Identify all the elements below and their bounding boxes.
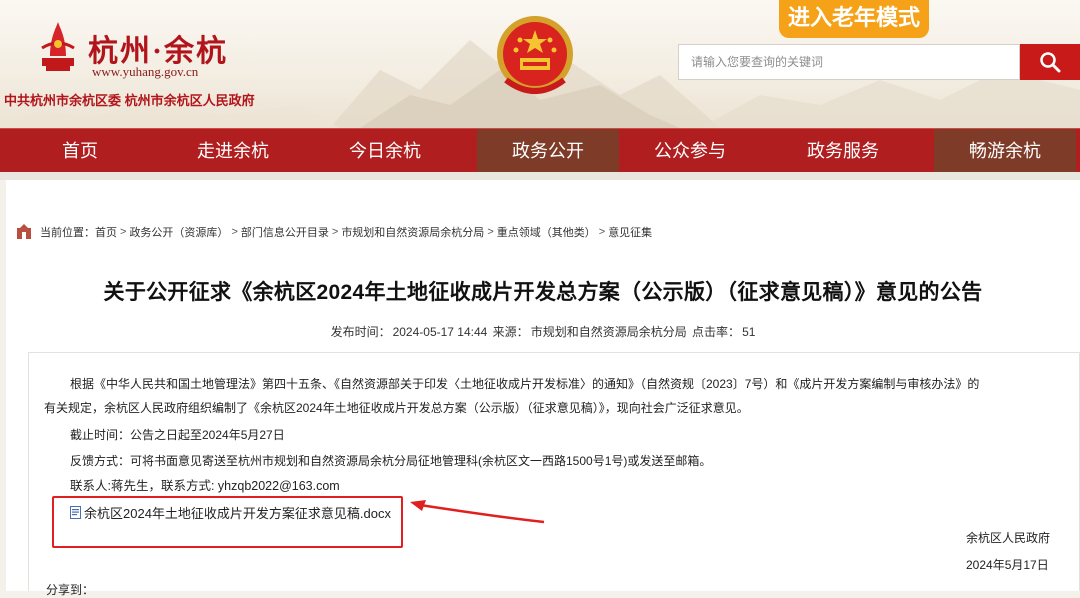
breadcrumb-item-dept[interactable]: 部门信息公开目录 <box>241 224 329 240</box>
site-header: 杭州·余杭 www.yuhang.gov.cn 中共杭州市余杭区委 杭州市余杭区… <box>0 0 1080 128</box>
breadcrumb-separator: > <box>331 226 339 238</box>
breadcrumb-prefix: 当前位置： <box>40 227 95 239</box>
article-title: 关于公开征求《余杭区2024年土地征收成片开发总方案（公示版）（征求意见稿）》意… <box>103 281 983 304</box>
source-label: 来源： <box>492 325 529 339</box>
elder-mode-button[interactable]: 进入老年模式 <box>779 0 929 38</box>
yuhang-logo-icon <box>41 22 75 71</box>
nav-item-about[interactable]: 走进余杭 <box>163 129 303 173</box>
article-container: 当前位置： 首页 > 政务公开（资源库） > 部门信息公开目录 > 市规划和自然… <box>6 180 1080 597</box>
location-icon <box>17 224 31 239</box>
source-value: 市规划和自然资源局余杭分局 <box>530 325 687 339</box>
breadcrumb-item-gov[interactable]: 政务公开（资源库） <box>129 224 228 240</box>
search-icon <box>1040 52 1061 73</box>
nav-divider <box>0 172 1080 180</box>
word-document-icon <box>70 506 81 519</box>
article-paragraph-1-line-2: 有关规定，余杭区人民政府组织编制了《余杭区2024年土地征收成片开发总方案（公示… <box>44 401 749 415</box>
breadcrumb-item-bureau[interactable]: 市规划和自然资源局余杭分局 <box>341 224 484 240</box>
article-contact: 联系人:蒋先生，联系方式: yhzqb2022@163.com <box>70 479 340 493</box>
share-label: 分享到： <box>46 583 95 597</box>
article-feedback: 反馈方式：可将书面意见寄送至杭州市规划和自然资源局余杭分局征地管理科(余杭区文一… <box>70 454 712 468</box>
site-url: www.yuhang.gov.cn <box>92 64 199 79</box>
signature-org: 余杭区人民政府 <box>966 531 1051 545</box>
nav-item-today[interactable]: 今日余杭 <box>315 129 455 173</box>
clicks-label: 点击率： <box>692 325 741 339</box>
attachment-filename[interactable]: 余杭区2024年土地征收成片开发方案征求意见稿.docx <box>84 503 391 522</box>
publish-time-label: 发布时间： <box>330 325 391 339</box>
nav-item-home[interactable]: 首页 <box>10 129 150 173</box>
breadcrumb-item-consultation[interactable]: 意见征集 <box>608 224 652 240</box>
article-deadline: 截止时间：公告之日起至2024年5月27日 <box>70 428 285 442</box>
main-nav: 首页 走进余杭 今日余杭 政务公开 公众参与 政务服务 畅游余杭 <box>0 128 1080 173</box>
breadcrumb: 当前位置： 首页 > 政务公开（资源库） > 部门信息公开目录 > 市规划和自然… <box>16 224 652 240</box>
nav-item-tourism[interactable]: 畅游余杭 <box>934 129 1076 173</box>
search-button[interactable] <box>1020 44 1080 80</box>
breadcrumb-separator: > <box>487 226 494 238</box>
breadcrumb-separator: > <box>231 226 238 238</box>
breadcrumb-item-key-areas[interactable]: 重点领域（其他类） <box>497 224 596 240</box>
search-box <box>678 44 1020 80</box>
search-input[interactable] <box>679 45 1009 79</box>
article-meta: 发布时间： 2024-05-17 14:44 来源： 市规划和自然资源局余杭分局 点… <box>6 323 1080 340</box>
site-subtitle: 中共杭州市余杭区委 杭州市余杭区人民政府 <box>4 93 255 108</box>
article-paragraph-1-line-1: 根据《中华人民共和国土地管理法》第四十五条、《自然资源部关于印发〈土地征收成片开… <box>70 377 980 391</box>
national-emblem-icon <box>497 16 573 94</box>
nav-item-participation[interactable]: 公众参与 <box>620 129 760 173</box>
nav-item-gov-affairs[interactable]: 政务公开 <box>477 129 619 173</box>
breadcrumb-separator: > <box>120 226 127 238</box>
attachment-link[interactable]: 余杭区2024年土地征收成片开发方案征求意见稿.docx <box>70 503 391 522</box>
clicks-value: 51 <box>742 325 756 339</box>
annotation-arrow-icon <box>410 500 545 524</box>
signature-date: 2024年5月17日 <box>966 558 1049 572</box>
breadcrumb-separator: > <box>598 226 606 238</box>
breadcrumb-item-home[interactable]: 首页 <box>95 224 117 240</box>
nav-item-services[interactable]: 政务服务 <box>773 129 913 173</box>
publish-time-value: 2024-05-17 14:44 <box>392 325 488 339</box>
